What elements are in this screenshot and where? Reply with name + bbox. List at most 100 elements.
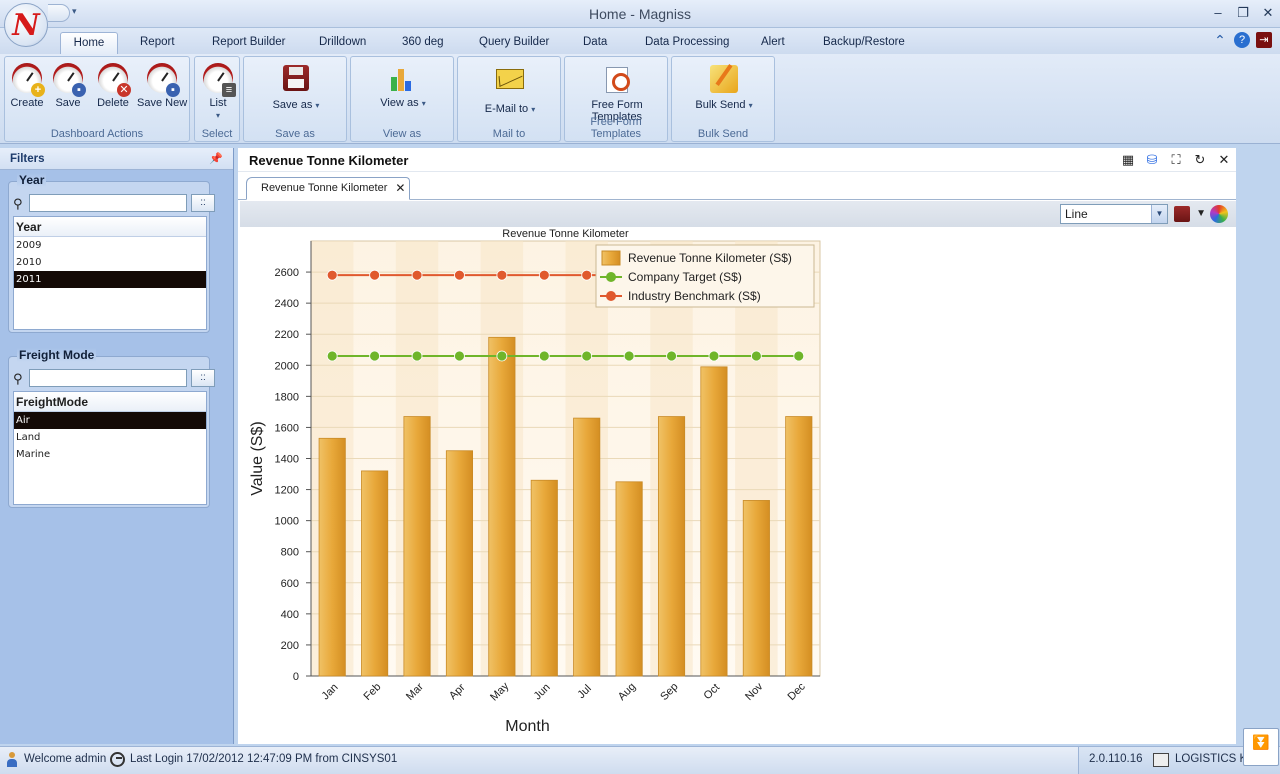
freight-search-input[interactable] <box>29 369 187 387</box>
expand-panel-button[interactable]: ⏬ <box>1243 728 1279 766</box>
save-chart-icon[interactable] <box>1174 206 1190 222</box>
export-icon[interactable]: ⛁ <box>1144 152 1160 168</box>
company-target-s-point <box>666 350 677 362</box>
x-tick-label: Oct <box>702 682 723 703</box>
x-axis-label: Month <box>505 718 549 735</box>
industry-benchmark-s-point <box>326 269 338 281</box>
fullscreen-icon[interactable]: ⛶ <box>1168 152 1184 168</box>
group-free-form: Free Form Templates Free Form Templates <box>564 56 668 142</box>
page-title: Revenue Tonne Kilometer <box>249 153 409 168</box>
list-item[interactable]: Land <box>14 429 206 446</box>
close-icon[interactable]: ✕ <box>1216 152 1232 168</box>
year-search-button[interactable]: :: <box>191 194 215 212</box>
list-button[interactable]: ≡ List ▾ <box>199 63 237 121</box>
grid-icon[interactable]: ▦ <box>1120 152 1136 168</box>
save-as-label: Save as <box>272 99 313 111</box>
legend-label: Revenue Tonne Kilometer (S$) <box>628 251 792 265</box>
color-palette-icon[interactable] <box>1210 205 1228 223</box>
x-tick-label: Sep <box>658 681 680 703</box>
bulk-send-button[interactable]: Bulk Send ▾ <box>692 63 756 111</box>
app-logo[interactable]: N <box>4 3 48 47</box>
company-target-s-point <box>496 350 508 362</box>
legend-marker <box>606 272 616 282</box>
freight-list: FreightMode Air Land Marine <box>13 391 207 505</box>
year-search-input[interactable] <box>29 194 187 212</box>
company-target-s-point <box>581 350 593 362</box>
bulk-send-icon <box>710 65 738 93</box>
list-item[interactable]: 2011 <box>14 271 206 288</box>
tab-data-processing[interactable]: Data Processing <box>637 32 737 54</box>
ribbon-tabs: Home Report Report Builder Drilldown 360… <box>0 28 1280 54</box>
save-as-dropdown-icon: ▾ <box>315 101 320 110</box>
group-label-dashboard-actions: Dashboard Actions <box>50 128 144 140</box>
bar-apr <box>445 450 474 677</box>
help-icon[interactable]: ? <box>1234 32 1250 48</box>
close-tab-icon[interactable]: ✕ <box>395 181 405 195</box>
bar-sep <box>657 416 686 677</box>
email-to-button[interactable]: E-Mail to ▾ <box>478 63 542 115</box>
list-item[interactable]: Air <box>14 412 206 429</box>
tab-drilldown[interactable]: Drilldown <box>311 32 374 54</box>
tab-query-builder[interactable]: Query Builder <box>471 32 557 54</box>
view-as-button[interactable]: View as ▾ <box>371 63 435 109</box>
exit-icon[interactable]: ⇥ <box>1256 32 1272 48</box>
bar-mar <box>403 416 431 677</box>
list-dropdown-icon: ▾ <box>215 111 220 120</box>
chart-type-select[interactable]: Line ▼ <box>1060 204 1168 224</box>
chevron-down-icon[interactable]: ▼ <box>1151 205 1167 223</box>
industry-benchmark-s-point <box>411 269 423 281</box>
save-button[interactable]: ▪ Save <box>51 63 86 109</box>
x-tick-label: Nov <box>743 680 766 703</box>
group-view-as: View as ▾ View as <box>350 56 454 142</box>
filters-panel: Filters 📌 Year ⚲ :: Year 2009 2010 2011 … <box>0 148 234 744</box>
y-tick-label: 1000 <box>275 516 299 528</box>
email-to-dropdown-icon: ▾ <box>531 105 536 114</box>
module-icon <box>1153 753 1169 767</box>
x-tick-label: Jan <box>320 681 341 702</box>
minimize-icon[interactable]: – <box>1208 4 1228 22</box>
last-login-text: Last Login 17/02/2012 12:47:09 PM from C… <box>130 753 398 765</box>
chart-toolbar: Line ▼ ▼ <box>240 201 1236 227</box>
bar-feb <box>361 470 389 677</box>
list-item[interactable]: 2009 <box>14 237 206 254</box>
pin-icon[interactable]: 📌 <box>209 152 223 165</box>
delete-button[interactable]: ✕ Delete <box>93 63 133 109</box>
refresh-icon[interactable]: ↻ <box>1192 152 1208 168</box>
save-label: Save <box>55 97 81 109</box>
ribbon: + Create ▪ Save ✕ Delete ▪ Save New Dash… <box>0 54 1280 144</box>
login-icon <box>110 752 125 767</box>
close-window-icon[interactable]: ✕ <box>1258 4 1278 22</box>
tab-report-builder[interactable]: Report Builder <box>204 32 294 54</box>
freight-search-button[interactable]: :: <box>191 369 215 387</box>
tab-data[interactable]: Data <box>575 32 615 54</box>
free-form-templates-button[interactable]: Free Form Templates <box>583 63 651 123</box>
tab-360-deg[interactable]: 360 deg <box>394 32 452 54</box>
chart-menu-dropdown-icon[interactable]: ▼ <box>1196 208 1206 219</box>
main-header: Revenue Tonne Kilometer ▦ ⛁ ⛶ ↻ ✕ <box>238 148 1236 172</box>
tab-report[interactable]: Report <box>132 32 183 54</box>
group-save-as: Save as ▾ Save as <box>243 56 347 142</box>
x-tick-label: Apr <box>447 681 468 702</box>
chart-type-value: Line <box>1065 207 1088 221</box>
maximize-icon[interactable]: ❐ <box>1233 4 1253 22</box>
tab-revenue-tonne-kilometer[interactable]: Revenue Tonne Kilometer ✕ <box>246 177 411 200</box>
list-item[interactable]: 2010 <box>14 254 206 271</box>
tab-alert[interactable]: Alert <box>753 32 793 54</box>
x-tick-label: Aug <box>616 681 638 703</box>
tab-backup-restore[interactable]: Backup/Restore <box>815 32 913 54</box>
y-tick-label: 800 <box>281 547 299 559</box>
create-button[interactable]: + Create <box>9 63 45 109</box>
industry-benchmark-s-point <box>454 269 465 281</box>
list-item[interactable]: Marine <box>14 446 206 463</box>
email-to-label: E-Mail to <box>484 103 529 115</box>
save-new-button[interactable]: ▪ Save New <box>137 63 187 109</box>
list-label: List <box>209 97 227 109</box>
tab-home[interactable]: Home <box>60 32 118 54</box>
bar-aug <box>615 481 643 677</box>
group-mail-to: E-Mail to ▾ Mail to <box>457 56 561 142</box>
y-tick-label: 0 <box>293 671 299 683</box>
x-tick-label: Dec <box>786 680 809 703</box>
save-as-button[interactable]: Save as ▾ <box>264 63 328 111</box>
industry-benchmark-s-point <box>496 269 508 281</box>
collapse-ribbon-icon[interactable]: ⌃ <box>1212 32 1228 48</box>
